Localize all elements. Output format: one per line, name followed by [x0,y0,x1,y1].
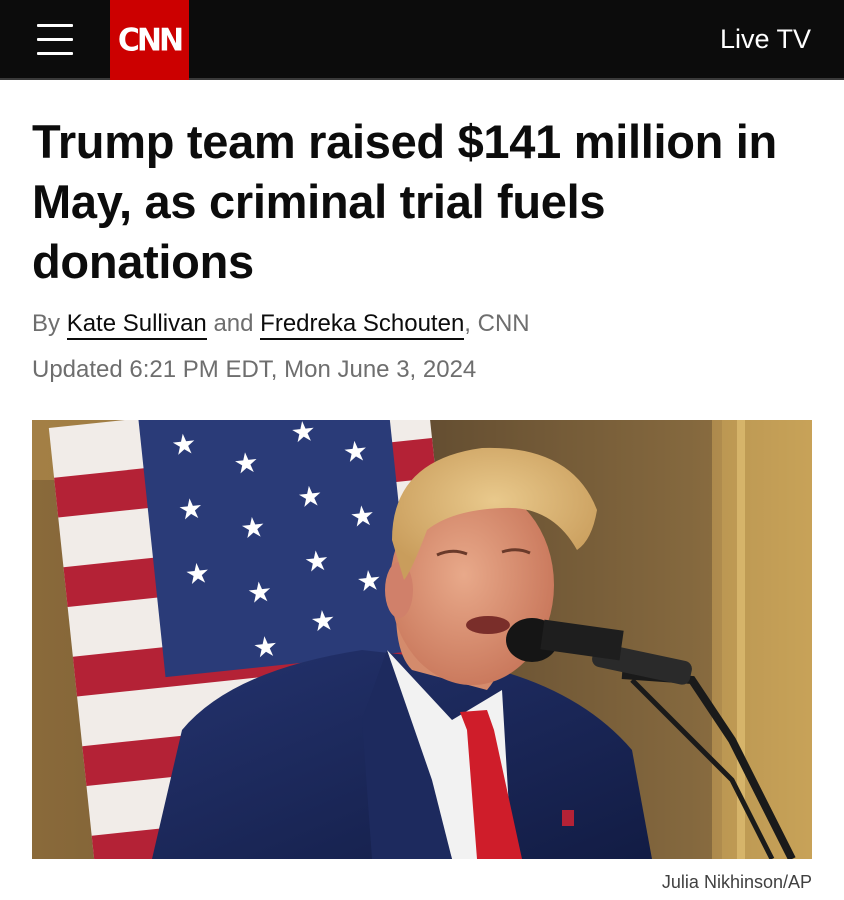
byline-suffix: , CNN [464,310,530,337]
svg-text:★: ★ [289,420,317,449]
author-link-fredreka-schouten[interactable]: Fredreka Schouten [260,310,465,340]
updated-timestamp: Updated 6:21 PM EDT, Mon June 3, 2024 [32,356,477,383]
byline-conjunction: and [206,310,261,337]
svg-text:★: ★ [341,435,369,468]
svg-text:★: ★ [296,480,324,513]
logo-text: CNN [117,21,184,59]
svg-text:★: ★ [170,428,198,461]
cnn-logo[interactable]: CNN [110,0,189,80]
svg-text:★: ★ [251,630,279,663]
article-hero-photo: ★ ★ ★ ★ ★ ★ ★ ★ ★ ★ ★ ★ ★ ★ [32,420,812,859]
svg-text:★: ★ [246,576,274,609]
svg-text:★: ★ [177,492,205,525]
svg-text:★: ★ [309,604,337,637]
article-byline: By Kate Sullivan and Fredreka Schouten, … [32,308,530,340]
svg-text:★: ★ [239,511,267,544]
live-tv-link[interactable]: Live TV [720,22,811,56]
svg-text:★: ★ [355,564,383,597]
top-navigation-bar: CNN Live TV [0,0,844,80]
svg-text:★: ★ [183,557,211,590]
hamburger-menu-icon[interactable] [37,22,73,56]
author-link-kate-sullivan[interactable]: Kate Sullivan [66,310,207,340]
photo-credit: Julia Nikhinson/AP [661,872,812,892]
svg-text:★: ★ [303,544,331,577]
article-headline: Trump team raised $141 million in May, a… [32,115,777,288]
svg-text:★: ★ [232,446,260,479]
byline-prefix: By [32,310,67,337]
svg-text:★: ★ [348,499,376,532]
